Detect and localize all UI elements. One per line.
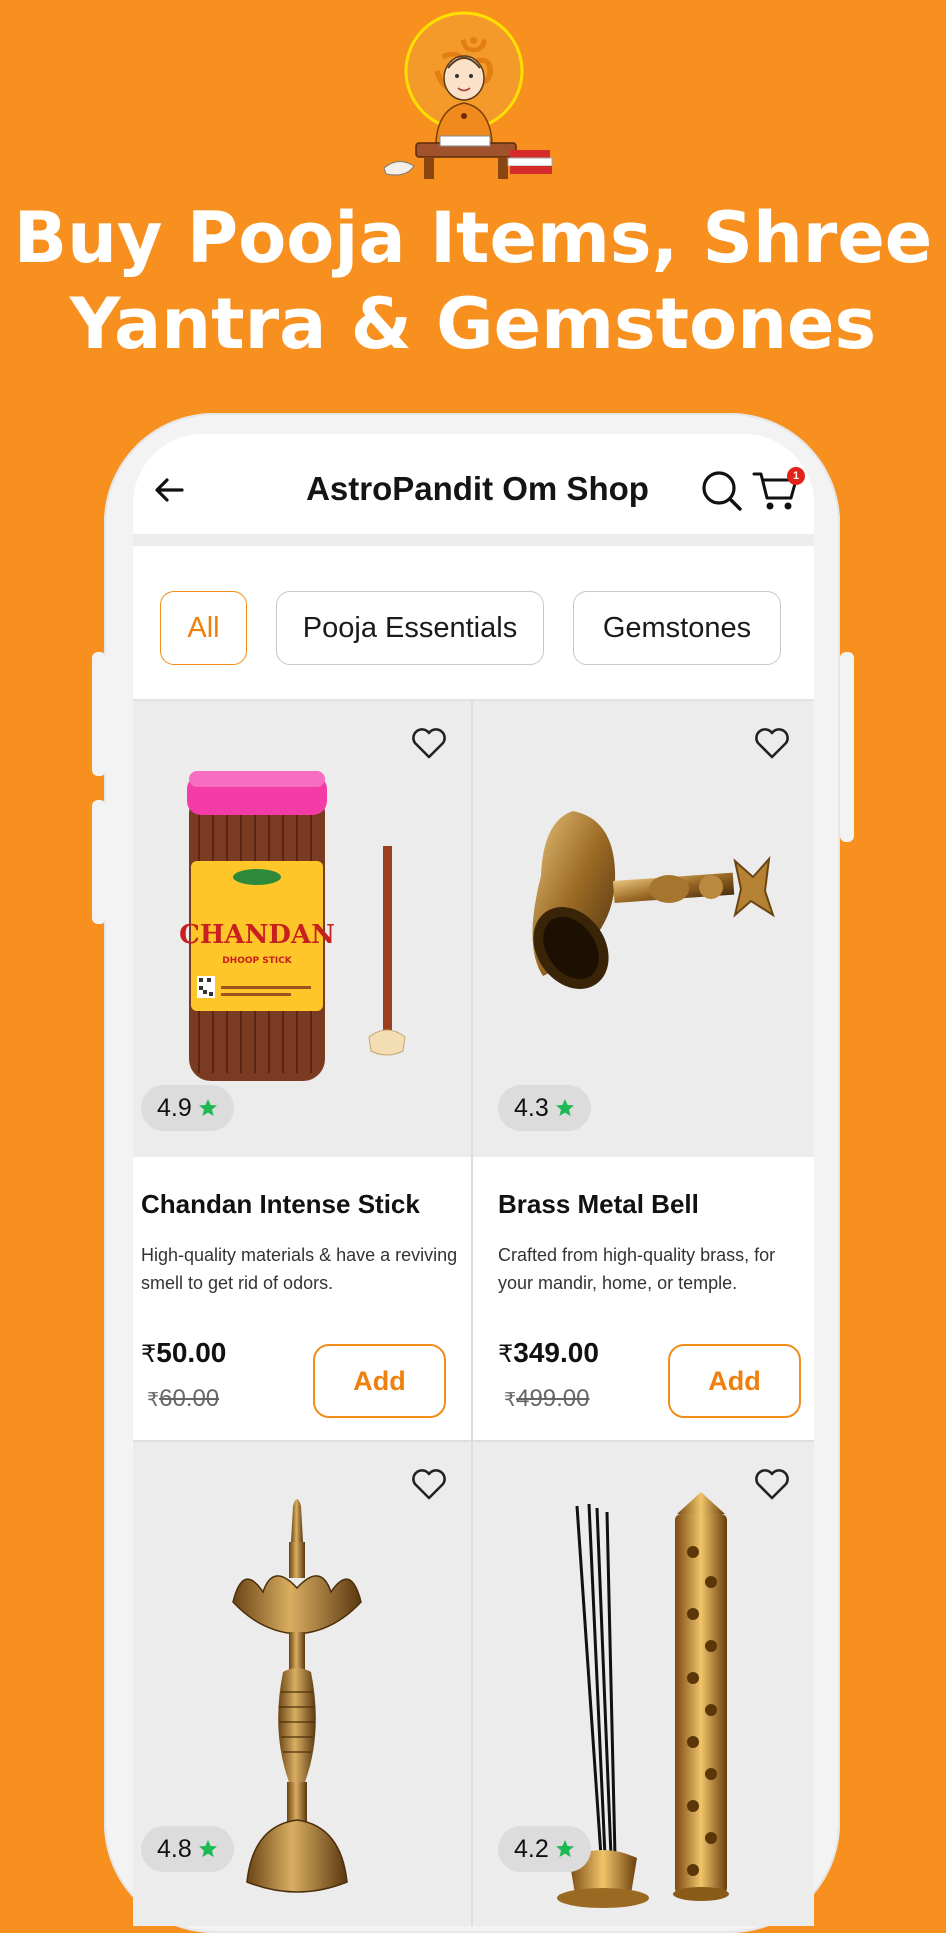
- heart-icon[interactable]: [409, 723, 449, 763]
- product-mrp: ₹499.00: [504, 1385, 590, 1413]
- heart-icon[interactable]: [752, 1464, 792, 1504]
- currency-symbol: ₹: [498, 1341, 514, 1368]
- header-divider: [133, 534, 814, 546]
- star-icon: [198, 1099, 217, 1116]
- phone-side-button: [92, 800, 106, 924]
- currency-symbol: ₹: [147, 1390, 160, 1411]
- mrp-value: 499.00: [516, 1385, 590, 1412]
- rating-badge: 4.9: [141, 1085, 234, 1131]
- app-bar: AstroPandit Om Shop 1: [133, 434, 814, 534]
- app-screen: AstroPandit Om Shop 1 All Pooja Essentia…: [133, 434, 814, 1926]
- product-name: Brass Metal Bell: [498, 1189, 699, 1219]
- filter-chip-pooja-essentials[interactable]: Pooja Essentials: [276, 591, 544, 665]
- product-price: ₹50.00: [141, 1337, 226, 1369]
- filter-chip-gemstones[interactable]: Gemstones: [573, 591, 781, 665]
- rating-value: 4.2: [514, 1834, 549, 1863]
- heart-icon[interactable]: [752, 723, 792, 763]
- star-icon: [198, 1840, 217, 1857]
- product-name: Chandan Intense Stick: [141, 1189, 420, 1219]
- filter-chips: All Pooja Essentials Gemstones: [133, 546, 814, 701]
- product-card[interactable]: 4.3 Brass Metal Bell Crafted from high-q…: [473, 701, 814, 1441]
- filter-chip-all[interactable]: All: [160, 591, 247, 665]
- product-description: Crafted from high-quality brass, for you…: [498, 1245, 776, 1293]
- price-value: 349.00: [513, 1337, 599, 1368]
- product-card[interactable]: 4.8: [133, 1442, 471, 1926]
- promo-headline: Buy Pooja Items, Shree Yantra & Gemstone…: [0, 195, 946, 367]
- rating-badge: 4.3: [498, 1085, 591, 1131]
- svg-text:DHOOP STICK: DHOOP STICK: [222, 956, 293, 966]
- rating-value: 4.8: [157, 1834, 192, 1863]
- product-card[interactable]: CHANDAN DHOOP STICK 4.9 Chandan Intense …: [133, 701, 471, 1441]
- product-image: 4.3: [473, 701, 814, 1157]
- currency-symbol: ₹: [141, 1341, 157, 1368]
- star-icon: [555, 1840, 574, 1857]
- price-value: 50.00: [156, 1337, 227, 1368]
- product-description: High-quality materials & have a reviving…: [141, 1245, 458, 1293]
- product-image: 4.8: [133, 1442, 471, 1926]
- add-to-cart-button[interactable]: Add: [668, 1344, 801, 1418]
- rating-value: 4.9: [157, 1093, 192, 1122]
- search-icon[interactable]: [699, 468, 745, 514]
- add-to-cart-button[interactable]: Add: [313, 1344, 446, 1418]
- product-image: CHANDAN DHOOP STICK 4.9: [133, 701, 471, 1157]
- currency-symbol: ₹: [504, 1390, 517, 1411]
- svg-text:CHANDAN: CHANDAN: [179, 920, 335, 950]
- rating-badge: 4.2: [498, 1826, 591, 1872]
- rating-value: 4.3: [514, 1093, 549, 1122]
- promo-headline-line2: Yantra & Gemstones: [69, 283, 877, 365]
- product-mrp: ₹60.00: [147, 1385, 219, 1413]
- pandit-logo: ॐ: [383, 11, 553, 179]
- phone-side-button: [92, 652, 106, 776]
- phone-side-button: [840, 652, 854, 842]
- star-icon: [555, 1099, 574, 1116]
- promo-headline-line1: Buy Pooja Items, Shree: [13, 197, 933, 279]
- heart-icon[interactable]: [409, 1464, 449, 1504]
- product-image: 4.2: [473, 1442, 814, 1926]
- mrp-value: 60.00: [159, 1385, 220, 1412]
- product-card[interactable]: 4.2: [473, 1442, 814, 1926]
- product-price: ₹349.00: [498, 1337, 599, 1369]
- cart-count-badge: 1: [787, 467, 805, 485]
- rating-badge: 4.8: [141, 1826, 234, 1872]
